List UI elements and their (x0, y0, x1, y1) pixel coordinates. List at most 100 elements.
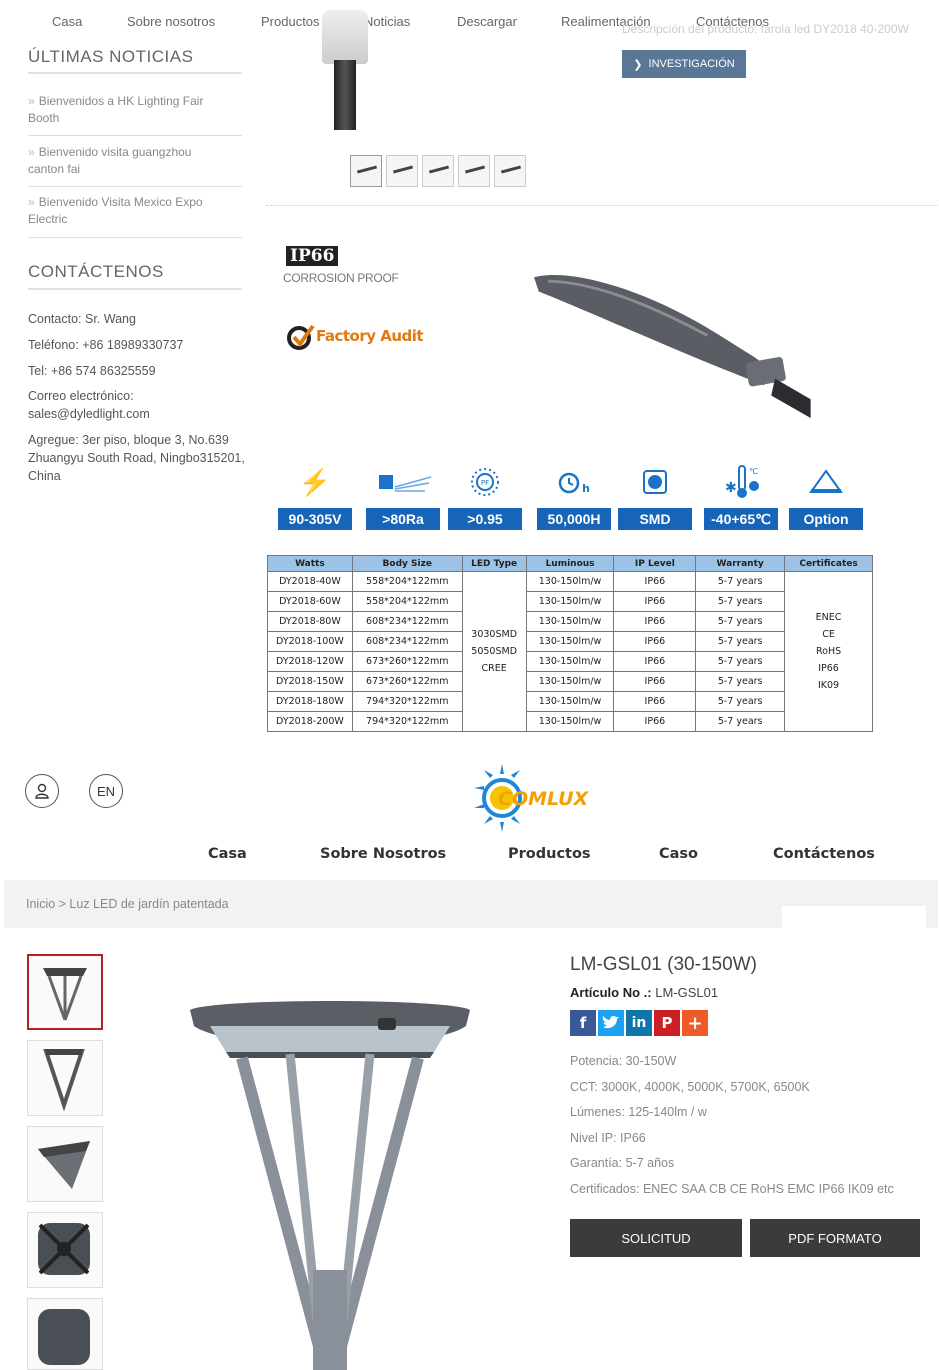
gallery-thumbnail[interactable] (27, 954, 103, 1030)
nav-sobre-nosotros[interactable]: Sobre nosotros (127, 14, 215, 29)
column-header: Body Size (351, 555, 463, 572)
news-item[interactable]: » Bienvenido visita guangzhou canton fai (28, 144, 228, 178)
feature-power-factor: PF >0.95 (448, 462, 522, 530)
table-cell: IP66 (613, 671, 697, 692)
divider (28, 186, 242, 187)
table-cell: IP66 (613, 691, 697, 712)
svg-text:✱: ✱ (725, 480, 737, 496)
table-row: DY2018-120W 673*260*122mm 130-150lm/w IP… (267, 651, 873, 672)
table-row: DY2018-150W 673*260*122mm 130-150lm/w IP… (267, 671, 873, 692)
table-cell: 130-150lm/w (525, 671, 615, 692)
table-cell: 608*234*122mm (351, 611, 463, 632)
contact-person: Contacto: Sr. Wang (28, 312, 136, 326)
nav-noticias[interactable]: Noticias (364, 14, 410, 29)
breadcrumb[interactable]: Inicio > Luz LED de jardín patentada (26, 897, 229, 911)
column-header: Luminous (525, 555, 615, 572)
share-plus-icon[interactable]: + (682, 1010, 708, 1036)
table-cell: 5-7 years (695, 611, 786, 632)
feature-cri: >80Ra (366, 462, 440, 530)
table-cell: DY2018-150W (267, 671, 353, 692)
svg-text:PF: PF (481, 479, 489, 487)
product-thumbnail[interactable] (422, 155, 454, 187)
table-cell: IP66 (613, 631, 697, 652)
table-cell: 608*234*122mm (351, 631, 463, 652)
table-cell: 5-7 years (695, 571, 786, 592)
user-account-button[interactable] (25, 774, 59, 808)
nav2-contactenos[interactable]: Contáctenos (773, 846, 875, 862)
nav-casa[interactable]: Casa (52, 14, 82, 29)
svg-text:℃: ℃ (749, 467, 758, 476)
table-cell: 5-7 years (695, 591, 786, 612)
product-thumbnail[interactable] (386, 155, 418, 187)
table-cell: IP66 (613, 611, 697, 632)
bullet-icon: » (28, 94, 35, 108)
table-cell: 5-7 years (695, 711, 786, 732)
table-cell: IP66 (613, 591, 697, 612)
table-cell: IP66 (613, 711, 697, 732)
table-row: DY2018-40W 558*204*122mm 3030SMD 5050SMD… (267, 571, 873, 732)
contact-phone: Teléfono: +86 18989330737 (28, 338, 184, 352)
table-cell: 673*260*122mm (351, 671, 463, 692)
pinterest-icon[interactable]: P (654, 1010, 680, 1036)
spec-certificates: Certificados: ENEC SAA CB CE RoHS EMC IP… (570, 1182, 894, 1196)
news-item[interactable]: » Bienvenidos a HK Lighting Fair Booth (28, 93, 228, 127)
column-header: Certificates (784, 555, 873, 572)
spec-table: Watts Body Size LED Type Luminous IP Lev… (267, 555, 873, 732)
table-cell: 673*260*122mm (351, 651, 463, 672)
language-button[interactable]: EN (89, 774, 123, 808)
investigate-button[interactable]: ❯ INVESTIGACIÓN (622, 50, 746, 78)
product-title: LM-GSL01 (30-150W) (570, 954, 757, 975)
pdf-button[interactable]: PDF FORMATO (750, 1219, 920, 1257)
bullet-icon: » (28, 145, 35, 159)
table-cell: DY2018-200W (267, 711, 353, 732)
contact-title: CONTÁCTENOS (28, 262, 164, 281)
street-light-image (534, 275, 811, 418)
nav-descargar[interactable]: Descargar (457, 14, 517, 29)
feature-optics: Option (789, 462, 863, 530)
request-button[interactable]: SOLICITUD (570, 1219, 742, 1257)
product-description-faded: Descripción del producto: farola led DY2… (622, 22, 909, 36)
column-header: Warranty (695, 555, 786, 572)
twitter-icon[interactable] (598, 1010, 624, 1036)
gallery-thumbnail[interactable] (27, 1126, 103, 1202)
nav-productos[interactable]: Productos (261, 14, 320, 29)
contact-email[interactable]: sales@dyledlight.com (28, 405, 248, 423)
smd-chip-icon (618, 462, 692, 502)
nav2-casa[interactable]: Casa (208, 846, 247, 862)
news-title: ÚLTIMAS NOTICIAS (28, 47, 194, 66)
gallery-thumbnail[interactable] (27, 1298, 103, 1370)
feature-temperature: ✱ ℃ -40+65℃ (704, 462, 778, 530)
product-thumbnails (350, 155, 526, 187)
gallery-thumbnail[interactable] (27, 1212, 103, 1288)
gallery-thumbnail[interactable] (27, 1040, 103, 1116)
product-thumbnail[interactable] (350, 155, 382, 187)
light-beam-icon (366, 462, 440, 502)
table-cell: DY2018-100W (267, 631, 353, 652)
column-header: Watts (267, 555, 353, 572)
table-cell: 5-7 years (695, 651, 786, 672)
table-cell: 5-7 years (695, 631, 786, 652)
table-cell: DY2018-60W (267, 591, 353, 612)
column-header: LED Type (461, 555, 527, 572)
divider (266, 205, 938, 206)
social-share: f in P + (570, 1010, 708, 1036)
table-cell: IP66 (613, 571, 697, 592)
nav2-caso[interactable]: Caso (659, 846, 698, 862)
news-item[interactable]: » Bienvenido Visita Mexico Expo Electric (28, 194, 228, 228)
led-type-cell: 3030SMD 5050SMD CREE (461, 571, 527, 732)
spec-ip: Nivel IP: IP66 (570, 1131, 646, 1145)
feature-smd: SMD (618, 462, 692, 530)
table-header-row: Watts Body Size LED Type Luminous IP Lev… (267, 555, 873, 572)
caret-right-icon: ❯ (633, 58, 643, 71)
product-thumbnail[interactable] (494, 155, 526, 187)
nav2-sobre-nosotros[interactable]: Sobre Nosotros (320, 846, 446, 862)
product-thumbnail[interactable] (458, 155, 490, 187)
search-box[interactable] (782, 906, 926, 928)
product-pole-image (334, 60, 356, 130)
table-cell: 5-7 years (695, 671, 786, 692)
table-row: DY2018-200W 794*320*122mm 130-150lm/w IP… (267, 711, 873, 732)
nav2-productos[interactable]: Productos (508, 846, 591, 862)
linkedin-icon[interactable]: in (626, 1010, 652, 1036)
divider (28, 237, 242, 238)
facebook-icon[interactable]: f (570, 1010, 596, 1036)
